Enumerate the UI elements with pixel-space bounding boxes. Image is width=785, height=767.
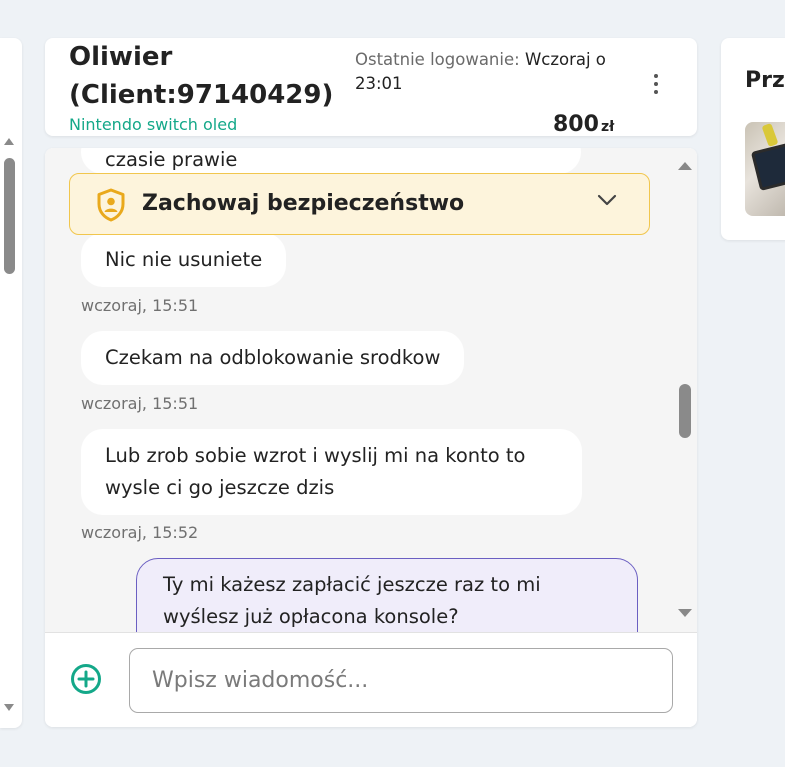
chevron-down-icon[interactable] [597, 194, 617, 206]
last-login-label: Ostatnie logowanie: [355, 50, 520, 69]
safety-banner-label: Zachowaj bezpieczeństwo [142, 191, 465, 216]
message-bubble: Nic nie usuniete [81, 233, 287, 287]
message-bubble-outgoing: Ty mi każesz zapłacić jeszcze raz to mi … [136, 558, 638, 632]
message-text: Czekam na odblokowanie srodkow [105, 346, 441, 369]
scrollbar-down-arrow[interactable] [4, 704, 14, 711]
last-login: Ostatnie logowanie: Wczoraj o 23:01 [355, 48, 645, 96]
scrollbar-up-arrow[interactable] [4, 138, 14, 145]
conversation-header: Oliwier (Client:97140429) Nintendo switc… [45, 38, 697, 137]
message-text: Lub zrob sobie wzrot i wyslij mi na kont… [105, 444, 526, 499]
offer-panel: Prze [721, 38, 785, 240]
product-thumbnail[interactable] [745, 122, 785, 216]
price: 800 zł [553, 112, 614, 137]
scrollbar-down-arrow[interactable] [678, 609, 692, 617]
product-link[interactable]: Nintendo switch oled [69, 115, 237, 134]
message-timestamp: wczoraj, 15:52 [81, 523, 199, 542]
message-timestamp: wczoraj, 15:51 [81, 394, 199, 413]
client-name: Oliwier (Client:97140429) [69, 42, 334, 110]
more-options-icon[interactable] [649, 70, 663, 104]
safety-banner[interactable]: Zachowaj bezpieczeństwo [69, 173, 650, 235]
conversation-list-panel [0, 38, 22, 728]
price-value: 800 [553, 112, 599, 137]
message-text: Ty mi każesz zapłacić jeszcze raz to mi … [163, 573, 541, 628]
message-bubble: Lub zrob sobie wzrot i wyslij mi na kont… [81, 429, 582, 515]
message-input[interactable] [129, 648, 673, 713]
price-currency: zł [600, 119, 615, 135]
plus-circle-icon[interactable] [70, 663, 102, 695]
message-bubble: czasie prawie [81, 148, 581, 174]
shield-user-icon [97, 188, 125, 222]
message-composer [45, 632, 697, 727]
scrollbar-thumb[interactable] [4, 158, 15, 274]
message-bubble: Czekam na odblokowanie srodkow [81, 331, 465, 385]
offer-panel-title: Prze [745, 68, 785, 93]
scrollbar-up-arrow[interactable] [678, 162, 692, 170]
message-text: Nic nie usuniete [105, 248, 263, 271]
message-text: czasie prawie [105, 148, 238, 171]
message-list[interactable]: czasie prawie Nic nie usuniete wczoraj, … [45, 148, 697, 632]
scrollbar-thumb[interactable] [679, 384, 691, 438]
chat-panel: czasie prawie Nic nie usuniete wczoraj, … [45, 148, 697, 727]
message-timestamp: wczoraj, 15:51 [81, 296, 199, 315]
